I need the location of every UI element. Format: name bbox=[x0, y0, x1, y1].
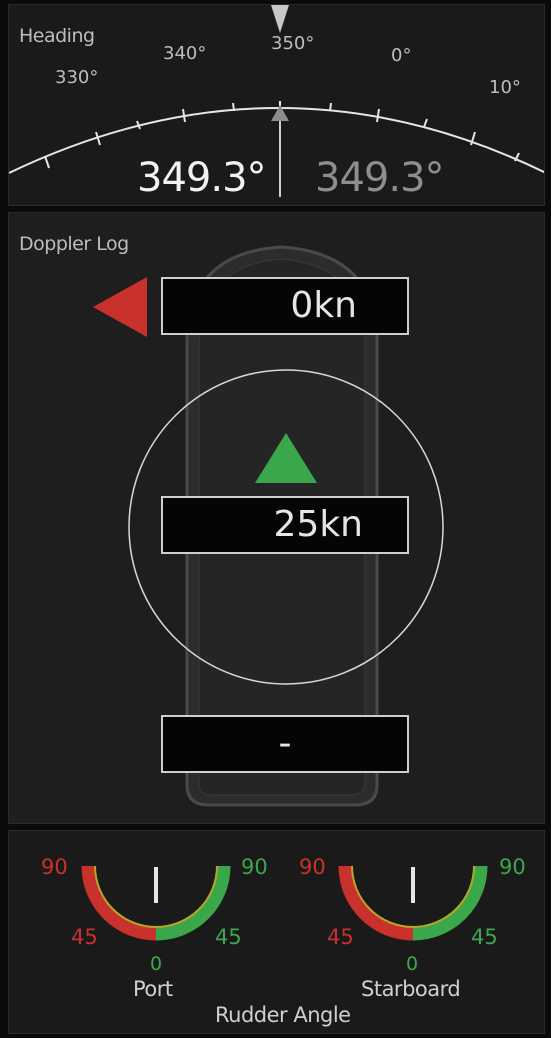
transverse-speed-box: 0kn bbox=[161, 277, 409, 335]
doppler-log-title: Doppler Log bbox=[19, 233, 129, 255]
longitudinal-speed-box: 25kn bbox=[161, 496, 409, 554]
heading-top-pointer bbox=[271, 5, 289, 33]
heading-tick-label-10: 10° bbox=[489, 77, 521, 98]
heading-panel: Heading 330° 340° 350° 0° 10° 349.3° 349… bbox=[8, 4, 545, 206]
longitudinal-speed-value: 25kn bbox=[273, 504, 363, 545]
doppler-log-panel: Doppler Log 0kn 25kn - bbox=[8, 212, 545, 824]
starboard-gauge-left-mid-label: 45 bbox=[327, 925, 354, 949]
port-gauge-left-top-label: 90 bbox=[41, 855, 68, 879]
heading-tick-label-330: 330° bbox=[55, 67, 99, 88]
port-rudder-gauge bbox=[81, 865, 231, 941]
heading-value: 349.3° bbox=[137, 155, 267, 201]
rudder-angle-panel: 90 45 90 45 0 Port 90 45 90 45 0 Starboa… bbox=[8, 830, 545, 1034]
starboard-gauge-port-arc bbox=[338, 865, 414, 941]
starboard-gauge-right-mid-label: 45 bbox=[471, 925, 498, 949]
transverse-speed-value: 0kn bbox=[290, 285, 357, 326]
conning-display: Heading 330° 340° 350° 0° 10° 349.3° 349… bbox=[0, 0, 551, 1038]
starboard-gauge-zero-label: 0 bbox=[406, 953, 419, 975]
heading-tick-label-340: 340° bbox=[163, 43, 207, 64]
rudder-angle-title: Rudder Angle bbox=[215, 1003, 351, 1027]
aft-speed-value: - bbox=[278, 723, 292, 764]
port-gauge-right-top-label: 90 bbox=[241, 855, 268, 879]
starboard-gauge-left-top-label: 90 bbox=[299, 855, 326, 879]
aft-speed-box: - bbox=[161, 715, 409, 773]
starboard-label: Starboard bbox=[361, 977, 461, 1001]
starboard-gauge-right-top-label: 90 bbox=[499, 855, 526, 879]
port-gauge-left-mid-label: 45 bbox=[71, 925, 98, 949]
port-gauge-port-arc bbox=[81, 865, 157, 941]
port-gauge-right-mid-label: 45 bbox=[215, 925, 242, 949]
heading-title: Heading bbox=[19, 25, 95, 47]
starboard-gauge-starboard-arc bbox=[412, 865, 488, 941]
heading-secondary-value: 349.3° bbox=[315, 155, 445, 201]
transverse-direction-arrow-icon bbox=[93, 277, 147, 337]
heading-tick-label-350: 350° bbox=[271, 33, 315, 54]
starboard-rudder-gauge bbox=[338, 865, 488, 941]
port-label: Port bbox=[133, 977, 173, 1001]
port-gauge-starboard-arc bbox=[155, 865, 231, 941]
port-gauge-zero-label: 0 bbox=[150, 953, 163, 975]
heading-tick-label-0: 0° bbox=[391, 45, 412, 66]
